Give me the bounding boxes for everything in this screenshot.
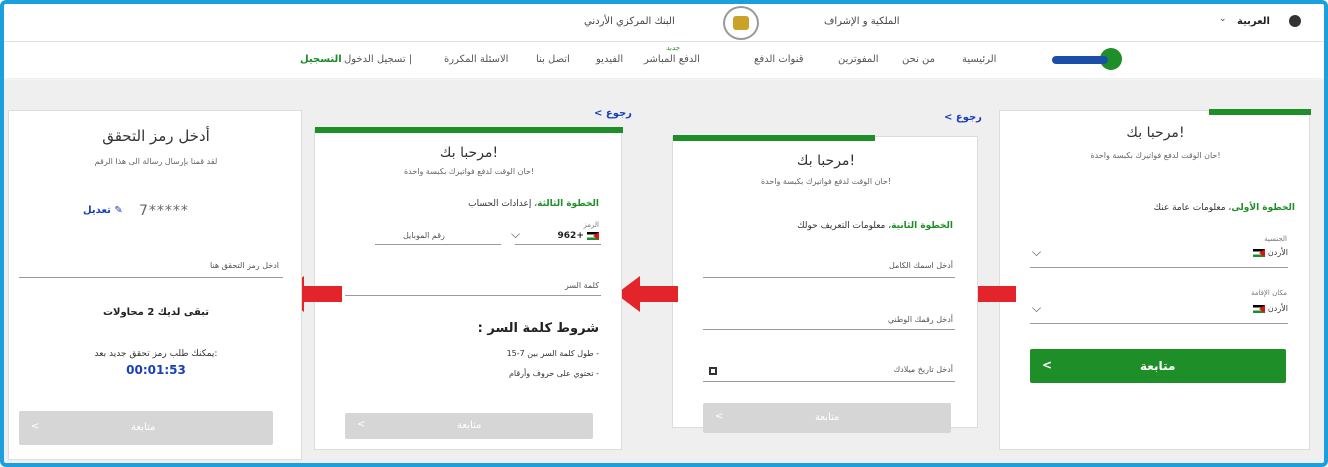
screenshot-frame [0,0,1328,467]
